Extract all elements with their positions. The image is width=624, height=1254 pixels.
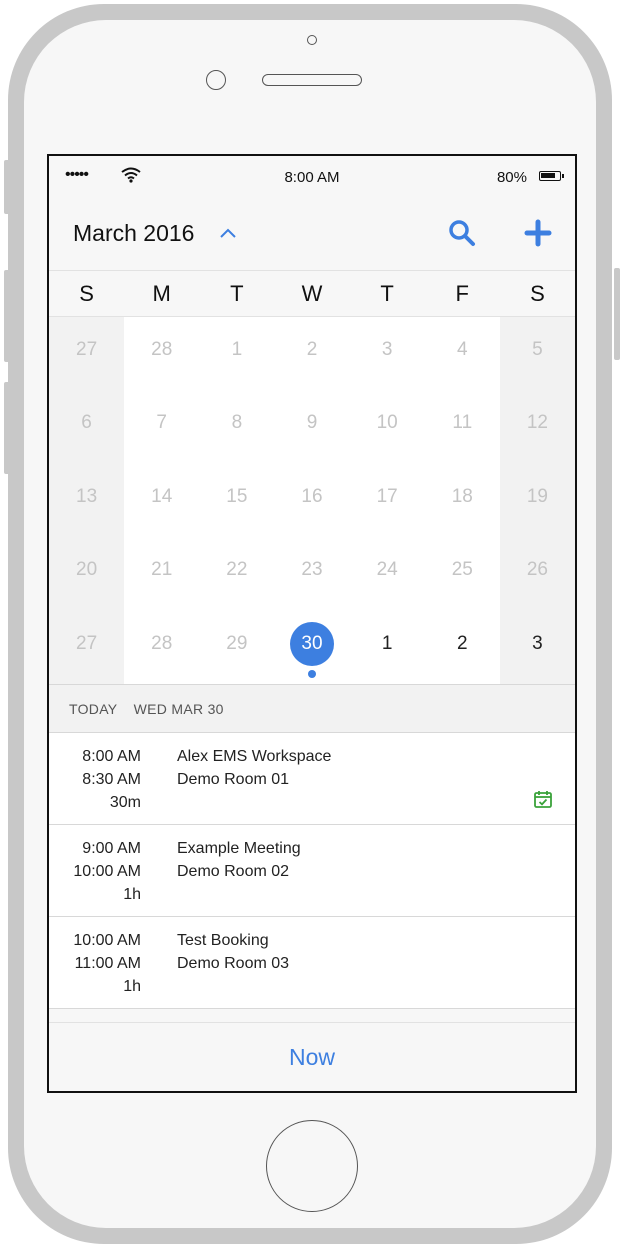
event-item[interactable]: 10:00 AM 11:00 AM 1h Test Booking Demo R… (49, 917, 575, 1009)
week-row: 27 28 29 30 1 2 3 (49, 611, 575, 684)
day-cell[interactable]: 27 (49, 611, 124, 684)
day-cell[interactable]: 21 (124, 537, 199, 610)
day-cell[interactable]: 4 (425, 317, 500, 390)
day-cell[interactable]: 28 (124, 317, 199, 390)
day-cell[interactable]: 1 (199, 317, 274, 390)
event-end: 10:00 AM (73, 863, 141, 880)
day-cell[interactable]: 14 (124, 464, 199, 537)
weekday-label: T (380, 281, 394, 306)
day-cell[interactable]: 9 (274, 390, 349, 463)
day-cell[interactable]: 15 (199, 464, 274, 537)
weekday-label: M (152, 281, 171, 306)
battery-icon (539, 171, 564, 181)
calendar-header: March 2016 (49, 198, 575, 270)
earpiece-speaker (262, 74, 362, 86)
weekday-header: S M T W T F S (49, 270, 575, 317)
bottom-toolbar: Now (49, 1022, 575, 1091)
weekday-label: S (530, 281, 545, 306)
day-cell[interactable]: 27 (49, 317, 124, 390)
event-start: 10:00 AM (73, 932, 141, 949)
day-cell[interactable]: 20 (49, 537, 124, 610)
week-row: 6 7 8 9 10 11 12 (49, 390, 575, 463)
volume-down-button (4, 382, 10, 474)
day-cell[interactable]: 28 (124, 611, 199, 684)
event-room: Demo Room 01 (177, 771, 290, 788)
event-item[interactable]: 8:00 AM 8:30 AM 30m Alex EMS Workspace D… (49, 733, 575, 825)
day-cell[interactable]: 3 (500, 611, 575, 684)
agenda-date-header: TODAY WED MAR 30 (49, 685, 575, 733)
event-item[interactable]: 9:00 AM 10:00 AM 1h Example Meeting Demo… (49, 825, 575, 917)
day-cell[interactable]: 29 (199, 611, 274, 684)
event-info: Alex EMS Workspace Demo Room 01 (177, 745, 331, 791)
day-cell[interactable]: 2 (425, 611, 500, 684)
day-cell[interactable]: 1 (350, 611, 425, 684)
calendar-check-icon[interactable] (533, 789, 553, 814)
day-cell[interactable]: 25 (425, 537, 500, 610)
app-screen: ••••• 8:00 AM 80% March 2016 S M T W T F… (47, 154, 577, 1093)
event-duration: 30m (109, 794, 141, 811)
day-cell[interactable]: 11 (425, 390, 500, 463)
event-info: Test Booking Demo Room 03 (177, 929, 289, 975)
day-cell[interactable]: 2 (274, 317, 349, 390)
power-button (614, 268, 620, 360)
selected-day-label: 30 (289, 621, 334, 666)
volume-up-button (4, 270, 10, 362)
day-cell[interactable]: 19 (500, 464, 575, 537)
event-times: 8:00 AM 8:30 AM 30m (49, 745, 141, 814)
event-room: Demo Room 02 (177, 863, 290, 880)
now-button[interactable]: Now (289, 1044, 335, 1070)
event-times: 9:00 AM 10:00 AM 1h (49, 837, 141, 906)
day-cell[interactable]: 12 (500, 390, 575, 463)
agenda-date: WED MAR 30 (133, 701, 224, 717)
event-end: 8:30 AM (82, 771, 141, 788)
plus-icon[interactable] (523, 218, 553, 248)
status-bar: ••••• 8:00 AM 80% (49, 156, 575, 198)
event-title: Example Meeting (177, 840, 301, 857)
week-row: 13 14 15 16 17 18 19 (49, 464, 575, 537)
day-cell[interactable]: 13 (49, 464, 124, 537)
event-title: Test Booking (177, 932, 269, 949)
day-cell[interactable]: 23 (274, 537, 349, 610)
weekday-label: W (301, 281, 323, 306)
day-cell[interactable]: 5 (500, 317, 575, 390)
day-cell[interactable]: 17 (350, 464, 425, 537)
event-duration: 1h (123, 978, 141, 995)
week-row: 20 21 22 23 24 25 26 (49, 537, 575, 610)
weekday-label: T (230, 281, 244, 306)
battery-percent: 80% (496, 169, 527, 186)
event-start: 9:00 AM (82, 840, 141, 857)
mute-switch (4, 160, 10, 214)
event-end: 11:00 AM (74, 955, 141, 972)
day-cell[interactable]: 24 (350, 537, 425, 610)
week-row: 27 28 1 2 3 4 5 (49, 317, 575, 390)
selected-day-cell[interactable]: 30 (274, 611, 349, 684)
event-dot-indicator (307, 670, 316, 679)
weekday-label: F (455, 281, 469, 306)
day-cell[interactable]: 16 (274, 464, 349, 537)
event-room: Demo Room 03 (177, 955, 290, 972)
chevron-up-icon[interactable] (219, 226, 237, 244)
day-cell[interactable]: 3 (350, 317, 425, 390)
front-camera (307, 35, 317, 45)
event-times: 10:00 AM 11:00 AM 1h (49, 929, 141, 998)
day-cell[interactable]: 26 (500, 537, 575, 610)
event-info: Example Meeting Demo Room 02 (177, 837, 301, 883)
month-grid: 27 28 1 2 3 4 5 6 7 8 9 10 11 12 13 14 1… (49, 317, 575, 685)
day-cell[interactable]: 6 (49, 390, 124, 463)
day-cell[interactable]: 8 (199, 390, 274, 463)
event-title: Alex EMS Workspace (177, 748, 332, 765)
day-cell[interactable]: 18 (425, 464, 500, 537)
search-icon[interactable] (447, 218, 477, 248)
month-title[interactable]: March 2016 (73, 220, 194, 247)
today-label: TODAY (69, 701, 118, 717)
proximity-sensor (206, 70, 226, 90)
event-start: 8:00 AM (82, 748, 141, 765)
event-duration: 1h (123, 886, 141, 903)
home-button[interactable] (266, 1120, 358, 1212)
event-list: 8:00 AM 8:30 AM 30m Alex EMS Workspace D… (49, 733, 575, 1009)
weekday-label: S (79, 281, 94, 306)
day-cell[interactable]: 10 (350, 390, 425, 463)
day-cell[interactable]: 22 (199, 537, 274, 610)
day-cell[interactable]: 7 (124, 390, 199, 463)
